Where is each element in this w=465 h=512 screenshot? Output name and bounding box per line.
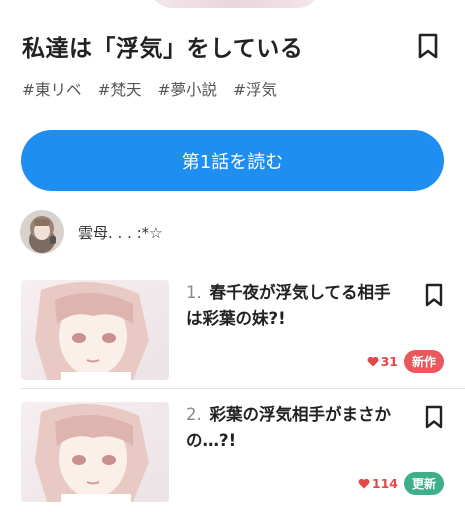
like-count: 114 bbox=[358, 476, 398, 491]
episode-title-text: 彩葉の浮気相手がまさかの…?! bbox=[186, 405, 391, 450]
episode-title[interactable]: 1. 春千夜が浮気してる相手は彩葉の妹?! bbox=[186, 280, 391, 332]
episode-number: 1. bbox=[186, 283, 202, 302]
avatar bbox=[20, 210, 64, 254]
tag[interactable]: #夢小説 bbox=[158, 78, 218, 100]
heart-icon bbox=[367, 356, 379, 367]
episode-thumbnail bbox=[21, 280, 169, 380]
tag-list: #東リベ #梵天 #夢小説 #浮気 bbox=[22, 78, 277, 100]
episode-thumbnail bbox=[21, 402, 169, 502]
episode-item[interactable]: 1. 春千夜が浮気してる相手は彩葉の妹?! 31 新作 bbox=[21, 280, 465, 384]
episode-number: 2. bbox=[186, 405, 202, 424]
episode-title-text: 春千夜が浮気してる相手は彩葉の妹?! bbox=[186, 283, 391, 328]
episode-item[interactable]: 2. 彩葉の浮気相手がまさかの…?! 114 更新 bbox=[21, 402, 465, 506]
episode-title[interactable]: 2. 彩葉の浮気相手がまさかの…?! bbox=[186, 402, 391, 454]
story-title: 私達は「浮気」をしている bbox=[22, 36, 304, 62]
tag[interactable]: #東リベ bbox=[22, 78, 82, 100]
author-name: 雲母. . . :*☆ bbox=[78, 223, 163, 242]
divider bbox=[21, 388, 465, 389]
updated-badge: 更新 bbox=[403, 472, 444, 495]
author-link[interactable]: 雲母. . . :*☆ bbox=[20, 210, 163, 254]
read-first-episode-button[interactable]: 第1話を読む bbox=[21, 130, 444, 191]
tag[interactable]: #梵天 bbox=[98, 78, 142, 100]
bookmark-icon[interactable] bbox=[423, 404, 445, 430]
new-badge: 新作 bbox=[403, 350, 444, 373]
cover-image-strip bbox=[0, 0, 465, 10]
heart-icon bbox=[358, 478, 370, 489]
bookmark-icon[interactable] bbox=[423, 282, 445, 308]
like-count: 31 bbox=[367, 354, 398, 369]
bookmark-icon[interactable] bbox=[415, 32, 441, 60]
tag[interactable]: #浮気 bbox=[233, 78, 277, 100]
